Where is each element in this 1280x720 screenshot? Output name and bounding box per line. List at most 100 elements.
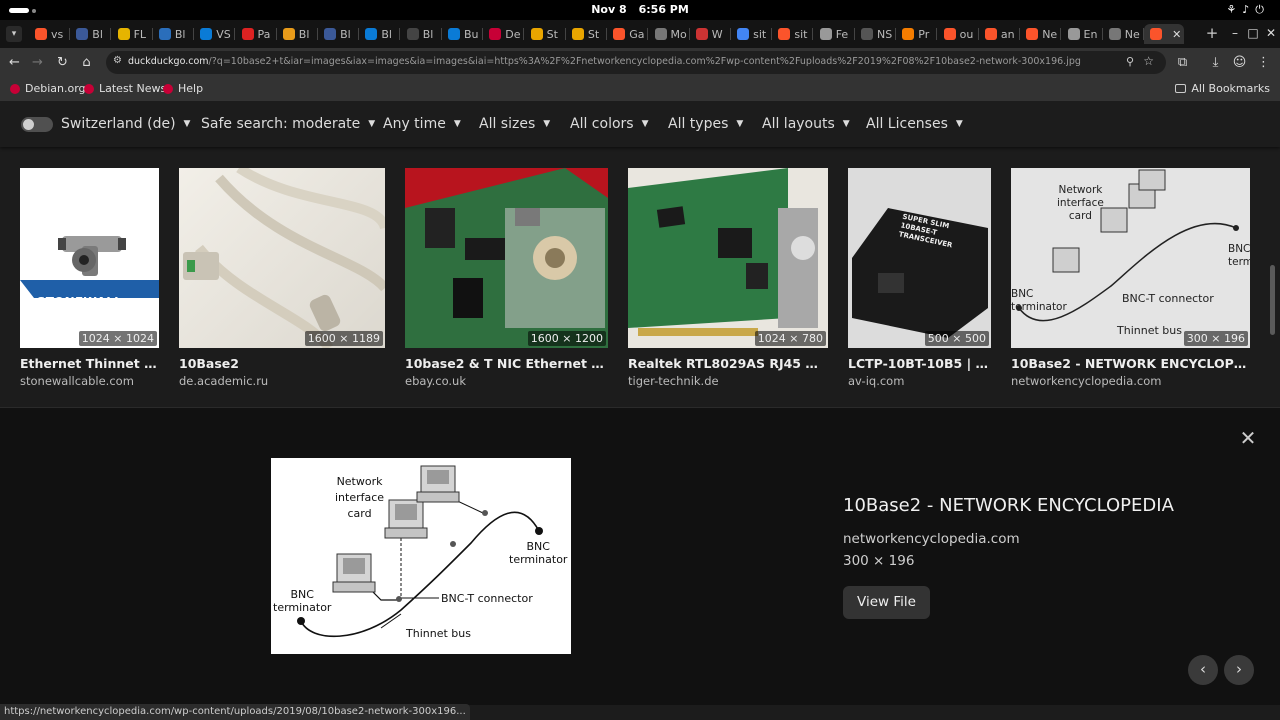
- result-title[interactable]: 10base2 & T NIC Ethernet card f...: [405, 356, 608, 371]
- result-title[interactable]: LCTP-10BT-10B5 | 10B...: [848, 356, 991, 371]
- new-tab-button[interactable]: +: [1203, 24, 1221, 42]
- safe-search-filter[interactable]: Safe search: moderate ▼: [201, 116, 375, 132]
- next-image-icon[interactable]: ›: [1224, 655, 1254, 685]
- reload-icon[interactable]: ↻: [54, 54, 71, 71]
- region-toggle[interactable]: [21, 117, 53, 132]
- menu-icon[interactable]: ⋮: [1255, 54, 1272, 71]
- detail-size: 300 × 196: [843, 553, 915, 569]
- detail-title[interactable]: 10Base2 - NETWORK ENCYCLOPEDIA: [843, 495, 1174, 516]
- network-diagram-thumbnail: [1016, 169, 1239, 322]
- bookmark-latest-news[interactable]: Latest News: [84, 82, 166, 95]
- doc-icon: [1067, 28, 1080, 40]
- tab[interactable]: an: [979, 24, 1020, 44]
- thumb-bnc-left-label-line: BNC: [1011, 288, 1034, 300]
- tab[interactable]: FL: [112, 24, 153, 44]
- home-icon[interactable]: ⌂: [78, 54, 95, 71]
- filter-label: Switzerland (de): [61, 116, 176, 132]
- address-bar[interactable]: ⚙ duckduckgo.com/?q=10base2+t&iar=images…: [106, 51, 1166, 74]
- region-filter[interactable]: Switzerland (de) ▼: [61, 116, 190, 132]
- tab-active[interactable]: ✕: [1144, 24, 1185, 44]
- maximize-icon[interactable]: □: [1244, 24, 1262, 42]
- tab-label: Bl: [381, 27, 392, 41]
- close-icon[interactable]: ✕: [1238, 428, 1258, 448]
- tab[interactable]: St: [525, 24, 566, 44]
- size-filter[interactable]: All sizes ▼: [479, 116, 550, 132]
- license-filter[interactable]: All Licenses ▼: [866, 116, 963, 132]
- tab[interactable]: W: [690, 24, 731, 44]
- tab[interactable]: Ne: [1103, 24, 1144, 44]
- tab[interactable]: Bl: [277, 24, 318, 44]
- extensions-icon[interactable]: ⧉: [1174, 54, 1191, 71]
- bus-label: Thinnet bus: [406, 627, 471, 640]
- tab[interactable]: Bl: [359, 24, 401, 44]
- tab[interactable]: vs: [29, 24, 70, 44]
- tab[interactable]: Mo: [649, 24, 690, 44]
- result-thumbnail[interactable]: SUPER SLIM 10BASE-T TRANSCEIVER 500 × 50…: [848, 168, 991, 348]
- tab[interactable]: NS: [855, 24, 896, 44]
- result-title[interactable]: 10Base2: [179, 356, 385, 371]
- tab[interactable]: En: [1062, 24, 1103, 44]
- result-thumbnail[interactable]: STONEWALL CABLE 1024 × 1024: [20, 168, 159, 348]
- detail-source[interactable]: networkencyclopedia.com: [843, 531, 1020, 547]
- bookmarks-bar: Debian.org Latest News Help All Bookmark…: [0, 77, 1280, 101]
- result-title[interactable]: Ethernet Thinnet 10B...: [20, 356, 159, 371]
- tab[interactable]: St: [566, 24, 607, 44]
- tab[interactable]: Ne: [1020, 24, 1062, 44]
- result-source[interactable]: ebay.co.uk: [405, 374, 466, 388]
- profile-icon[interactable]: ☺: [1231, 54, 1248, 71]
- tab[interactable]: Pa: [236, 24, 277, 44]
- result-source[interactable]: av-iq.com: [848, 374, 904, 388]
- result-thumbnail[interactable]: 1600 × 1189: [179, 168, 385, 348]
- zoom-icon[interactable]: ⚲: [1126, 55, 1134, 68]
- result-title[interactable]: Realtek RTL8029AS RJ45 & BN...: [628, 356, 828, 371]
- bookmark-star-icon[interactable]: ☆: [1143, 54, 1154, 68]
- close-window-icon[interactable]: ✕: [1262, 24, 1280, 42]
- system-tray[interactable]: ⚘♪⏻: [1226, 3, 1270, 17]
- tab[interactable]: Pr: [896, 24, 938, 44]
- previous-image-icon[interactable]: ‹: [1188, 655, 1218, 685]
- downloads-icon[interactable]: ⤓: [1207, 54, 1224, 71]
- layout-filter[interactable]: All layouts ▼: [762, 116, 850, 132]
- computer-icon: [416, 465, 460, 503]
- tab-label: sit: [794, 27, 808, 41]
- tab[interactable]: Ga: [607, 24, 649, 44]
- address-url[interactable]: duckduckgo.com/?q=10base2+t&iar=images&i…: [128, 56, 1128, 67]
- tab-search-chevron-down-icon[interactable]: ▾: [6, 26, 22, 42]
- thumb-bus-label: Thinnet bus: [1117, 324, 1182, 337]
- minimize-icon[interactable]: –: [1226, 24, 1244, 42]
- type-filter[interactable]: All types ▼: [668, 116, 743, 132]
- close-tab-icon[interactable]: ✕: [1172, 28, 1181, 41]
- page-scrollbar[interactable]: [1270, 265, 1275, 335]
- result-thumbnail[interactable]: 1024 × 780: [628, 168, 828, 348]
- tab[interactable]: De: [483, 24, 525, 44]
- tab[interactable]: Bl: [401, 24, 442, 44]
- tab[interactable]: VS: [194, 24, 236, 44]
- thumb-bnc-t-label: BNC-T connector: [1122, 292, 1214, 305]
- tab[interactable]: Bl: [318, 24, 360, 44]
- tab[interactable]: Bl: [70, 24, 112, 44]
- result-source[interactable]: networkencyclopedia.com: [1011, 374, 1161, 388]
- result-source[interactable]: de.academic.ru: [179, 374, 268, 388]
- tab[interactable]: ou: [938, 24, 979, 44]
- view-file-button[interactable]: View File: [843, 586, 930, 619]
- result-source[interactable]: stonewallcable.com: [20, 374, 134, 388]
- result-thumbnail[interactable]: Network interface card BNC terminator BN…: [1011, 168, 1250, 348]
- all-bookmarks-button[interactable]: All Bookmarks: [1175, 82, 1270, 95]
- detail-preview-image[interactable]: Network interface card BNC terminator BN…: [271, 458, 571, 654]
- bookmark-help[interactable]: Help: [163, 82, 203, 95]
- tab[interactable]: sit: [772, 24, 814, 44]
- site-info-icon[interactable]: ⚙: [113, 55, 122, 66]
- result-source[interactable]: tiger-technik.de: [628, 374, 719, 388]
- back-icon[interactable]: ←: [6, 54, 23, 71]
- result-thumbnail[interactable]: 1600 × 1200: [405, 168, 608, 348]
- tab[interactable]: Bu: [442, 24, 483, 44]
- tab[interactable]: sit: [731, 24, 773, 44]
- tab[interactable]: Fe: [814, 24, 855, 44]
- forward-icon[interactable]: →: [29, 54, 46, 71]
- tab[interactable]: Bl: [153, 24, 194, 44]
- bookmark-debian[interactable]: Debian.org: [10, 82, 86, 95]
- color-filter[interactable]: All colors ▼: [570, 116, 649, 132]
- time-filter[interactable]: Any time ▼: [383, 116, 461, 132]
- result-title[interactable]: 10Base2 - NETWORK ENCYCLOPEDIA: [1011, 356, 1250, 371]
- clock[interactable]: Nov 8 6:56 PM: [0, 3, 1280, 16]
